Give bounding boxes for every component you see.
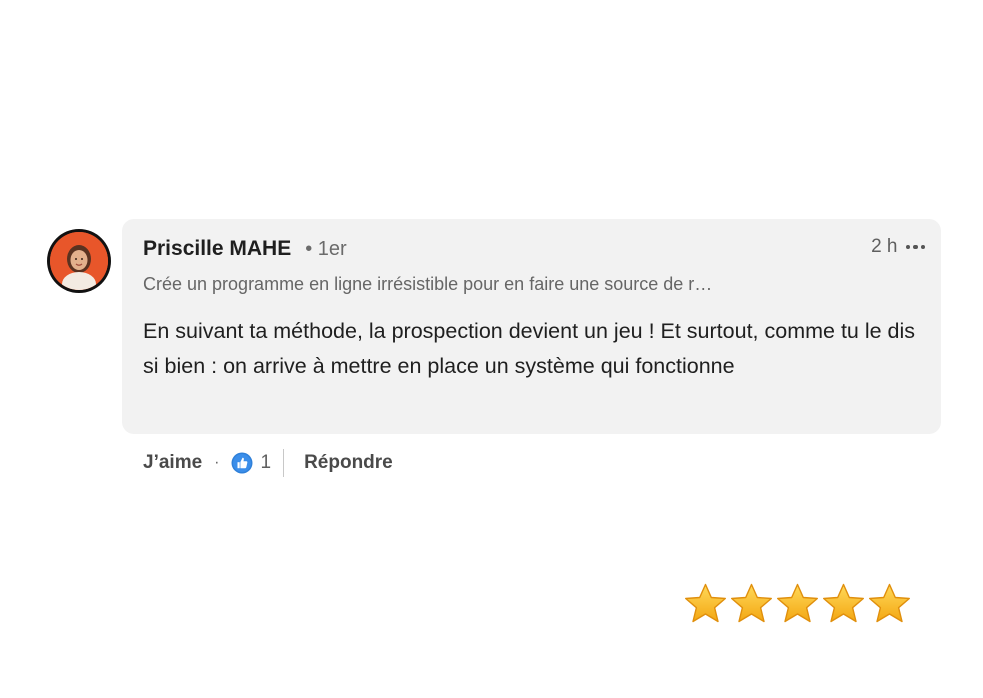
comment-header: Priscille MAHE • 1er (143, 237, 347, 261)
reply-button[interactable]: Répondre (304, 452, 393, 474)
comment-text: En suivant ta méthode, la prospection de… (143, 319, 916, 378)
reaction-count[interactable]: 1 (260, 452, 271, 474)
star-icon (777, 583, 818, 623)
author-headline: Crée un programme en ligne irrésistible … (143, 274, 713, 294)
star-icon (731, 583, 772, 623)
avatar-photo (50, 232, 108, 290)
author-avatar[interactable] (47, 229, 111, 293)
author-name[interactable]: Priscille MAHE (143, 237, 291, 261)
star-icon (869, 583, 910, 623)
star-icon (823, 583, 864, 623)
like-reaction-icon[interactable] (231, 452, 253, 474)
action-divider (283, 449, 285, 477)
connection-degree: • 1er (305, 238, 347, 260)
comment-meta: 2 h (871, 236, 925, 258)
more-options-icon[interactable] (905, 241, 925, 254)
star-rating (683, 582, 912, 626)
like-button[interactable]: J’aime (143, 452, 202, 474)
action-separator: · (214, 454, 220, 471)
comment-actions: J’aime · 1 Répondre (143, 449, 393, 477)
star-icon (685, 583, 726, 623)
comment-timestamp: 2 h (871, 236, 898, 257)
comment-bubble: Priscille MAHE • 1er 2 h Crée un program… (122, 219, 941, 434)
